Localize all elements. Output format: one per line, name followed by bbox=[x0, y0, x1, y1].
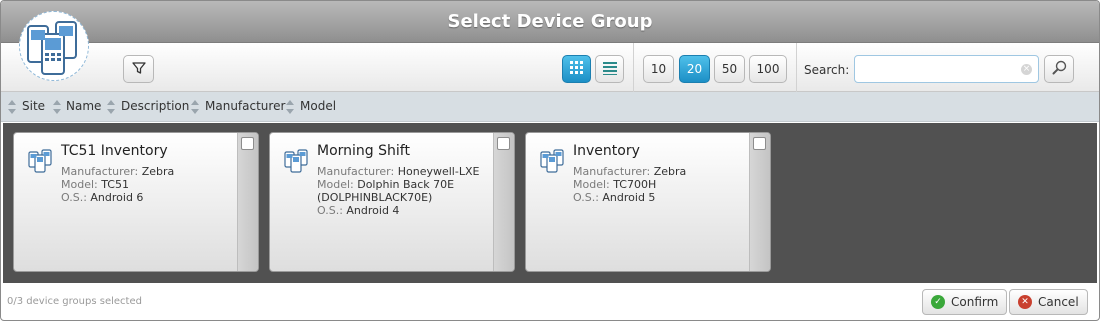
toolbar: 10 20 50 100 Search: × bbox=[1, 43, 1099, 92]
list-view-icon bbox=[602, 61, 617, 78]
cancel-label: Cancel bbox=[1038, 295, 1079, 309]
toolbar-separator bbox=[796, 43, 797, 92]
column-name[interactable]: Name bbox=[66, 99, 101, 113]
device-group-logo-icon bbox=[19, 11, 89, 81]
model-value: TC51 bbox=[101, 178, 129, 191]
sort-arrows-icon bbox=[107, 100, 115, 114]
device-group-grid: TC51 Inventory Manufacturer: Zebra Model… bbox=[3, 123, 1097, 283]
column-description[interactable]: Description bbox=[121, 99, 189, 113]
selection-status: 0/3 device groups selected bbox=[7, 296, 142, 307]
sort-arrows-icon bbox=[286, 100, 294, 114]
group-name: Morning Shift bbox=[317, 143, 410, 159]
sort-arrows-icon bbox=[191, 100, 199, 114]
column-header-bar: Site Name Description Manufacturer Model bbox=[1, 92, 1099, 122]
device-group-card[interactable]: Inventory Manufacturer: Zebra Model: TC7… bbox=[525, 132, 771, 272]
model-label: Model: bbox=[61, 178, 98, 191]
search-button[interactable] bbox=[1044, 55, 1074, 83]
close-icon: ✕ bbox=[1018, 295, 1032, 309]
device-group-card[interactable]: TC51 Inventory Manufacturer: Zebra Model… bbox=[13, 132, 259, 272]
toolbar-separator bbox=[633, 43, 634, 92]
model-label: Model: bbox=[317, 178, 354, 191]
sort-arrows-icon bbox=[53, 100, 61, 114]
select-checkbox[interactable] bbox=[497, 137, 510, 150]
search-input[interactable] bbox=[854, 55, 1039, 83]
search-label: Search: bbox=[804, 63, 850, 77]
manufacturer-label: Manufacturer: bbox=[573, 165, 651, 178]
grid-view-button[interactable] bbox=[562, 55, 591, 83]
column-model[interactable]: Model bbox=[300, 99, 336, 113]
group-name: Inventory bbox=[573, 143, 640, 159]
select-checkbox[interactable] bbox=[753, 137, 766, 150]
model-value: TC700H bbox=[613, 178, 657, 191]
device-group-icon bbox=[284, 149, 308, 173]
column-site[interactable]: Site bbox=[22, 99, 45, 113]
manufacturer-value: Zebra bbox=[141, 165, 175, 178]
os-label: O.S.: bbox=[573, 191, 599, 204]
title-bar: Select Device Group bbox=[1, 1, 1099, 43]
confirm-label: Confirm bbox=[951, 295, 999, 309]
page-size-20-button[interactable]: 20 bbox=[679, 55, 710, 83]
search-icon bbox=[1052, 60, 1067, 78]
dialog-title: Select Device Group bbox=[447, 11, 653, 32]
manufacturer-label: Manufacturer: bbox=[317, 165, 395, 178]
group-info: Manufacturer: Honeywell-LXE Model: Dolph… bbox=[317, 165, 497, 217]
model-label: Model: bbox=[573, 178, 610, 191]
page-size-100-button[interactable]: 100 bbox=[749, 55, 787, 83]
os-value: Android 5 bbox=[602, 191, 656, 204]
check-icon: ✓ bbox=[931, 295, 945, 309]
grid-view-icon bbox=[569, 60, 584, 78]
os-label: O.S.: bbox=[317, 204, 343, 217]
sort-arrows-icon bbox=[8, 100, 16, 114]
os-value: Android 6 bbox=[90, 191, 144, 204]
manufacturer-value: Honeywell-LXE bbox=[397, 165, 480, 178]
manufacturer-value: Zebra bbox=[653, 165, 687, 178]
group-info: Manufacturer: Zebra Model: TC700H O.S.: … bbox=[573, 165, 753, 204]
page-size-10-button[interactable]: 10 bbox=[643, 55, 674, 83]
os-value: Android 4 bbox=[346, 204, 400, 217]
clear-search-icon[interactable]: × bbox=[1021, 64, 1032, 75]
select-device-group-dialog: Select Device Group 10 20 50 100 Search:… bbox=[0, 0, 1100, 321]
device-group-card[interactable]: Morning Shift Manufacturer: Honeywell-LX… bbox=[269, 132, 515, 272]
list-view-button[interactable] bbox=[595, 55, 624, 83]
cancel-button[interactable]: ✕ Cancel bbox=[1009, 289, 1088, 315]
column-manufacturer[interactable]: Manufacturer bbox=[205, 99, 285, 113]
page-size-50-button[interactable]: 50 bbox=[714, 55, 745, 83]
device-group-icon bbox=[540, 149, 564, 173]
device-group-icon bbox=[28, 149, 52, 173]
manufacturer-label: Manufacturer: bbox=[61, 165, 139, 178]
os-label: O.S.: bbox=[61, 191, 87, 204]
select-checkbox[interactable] bbox=[241, 137, 254, 150]
group-name: TC51 Inventory bbox=[61, 143, 168, 159]
filter-icon bbox=[131, 61, 146, 78]
filter-button[interactable] bbox=[123, 55, 154, 83]
confirm-button[interactable]: ✓ Confirm bbox=[922, 289, 1008, 315]
group-info: Manufacturer: Zebra Model: TC51 O.S.: An… bbox=[61, 165, 241, 204]
